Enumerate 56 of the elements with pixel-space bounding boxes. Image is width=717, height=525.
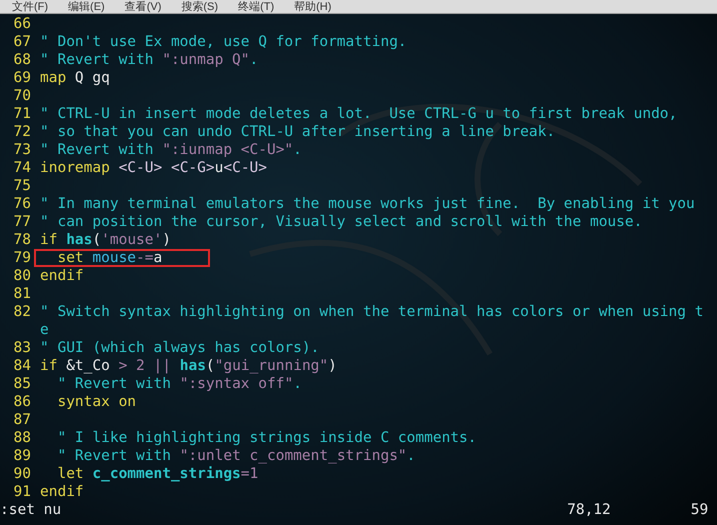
menu-item[interactable]: 搜索(S): [181, 1, 218, 13]
code-line: inoremap <C-U> <C-G>u<C-U>: [39, 159, 268, 177]
menu-item[interactable]: 终端(T): [238, 1, 274, 13]
code-line: " Don't use Ex mode, use Q for formatting.: [39, 33, 408, 51]
line-number: 84: [12, 357, 31, 375]
line-number: 90: [12, 465, 31, 483]
code-line: e: [40, 321, 49, 339]
code-line: map Q gq: [39, 69, 111, 87]
code-line: if has('mouse'): [39, 231, 172, 249]
code-line: " Revert with ":unmap Q".: [39, 51, 260, 69]
code-line: " can position the cursor, Visually select and scroll with the mouse.: [39, 213, 644, 231]
code-line: " Revert with ":syntax off".: [56, 375, 303, 393]
code-line: endif: [39, 267, 85, 285]
line-number: 85: [12, 375, 31, 393]
line-number: 69: [12, 69, 31, 87]
code-line: " I like highlighting strings inside C comments.: [56, 429, 478, 447]
code-line: let c_comment_strings=1: [56, 465, 260, 483]
line-number: 72: [12, 123, 31, 141]
code-line: endif: [39, 483, 85, 501]
menu-item[interactable]: 文件(F): [12, 1, 48, 13]
line-number: 81: [12, 285, 31, 303]
code-line: " In many terminal emulators the mouse works just fine. By enabling it you: [39, 195, 696, 213]
code-line: " Revert with ":iunmap <C-U>".: [39, 141, 303, 159]
scroll-percent: 59: [690, 501, 708, 519]
line-number: 75: [12, 177, 31, 195]
line-number: 80: [12, 267, 31, 285]
menu-item[interactable]: 帮助(H): [294, 1, 332, 13]
command-line: :set nu: [0, 501, 62, 519]
line-number: 88: [12, 429, 31, 447]
line-number: 70: [12, 87, 31, 105]
line-number: 87: [12, 411, 31, 429]
menu-item[interactable]: 编辑(E): [68, 1, 105, 13]
line-number: 91: [12, 483, 31, 501]
line-number: 86: [12, 393, 31, 411]
line-number: 74: [12, 159, 31, 177]
line-number: 76: [12, 195, 31, 213]
line-number: 73: [12, 141, 31, 159]
line-number: 77: [12, 213, 31, 231]
menu-item[interactable]: 查看(V): [124, 1, 162, 13]
line-number: 68: [12, 51, 31, 69]
code-line: " so that you can undo CTRL-U after inserting a line break.: [39, 123, 556, 141]
code-line: if &t_Co > 2 || has("gui_running"): [39, 357, 338, 375]
line-number: 78: [12, 231, 31, 249]
line-number: 79: [12, 249, 31, 267]
line-number: 83: [12, 339, 31, 357]
line-number: 66: [12, 15, 31, 33]
cursor-position: 78,12: [567, 501, 611, 519]
code-line: " CTRL-U in insert mode deletes a lot. Use CTRL-G u to first break undo,: [39, 105, 678, 123]
code-line: " GUI (which always has colors).: [39, 339, 320, 357]
code-line: " Revert with ":unlet c_comment_strings".: [56, 447, 416, 465]
line-number: 89: [12, 447, 31, 465]
line-number: 82: [12, 303, 31, 321]
code-line: " Switch syntax highlighting on when the terminal has colors or when using t: [39, 303, 704, 321]
line-number: 67: [12, 33, 31, 51]
code-line: syntax on: [56, 393, 138, 411]
line-number: 71: [12, 105, 31, 123]
